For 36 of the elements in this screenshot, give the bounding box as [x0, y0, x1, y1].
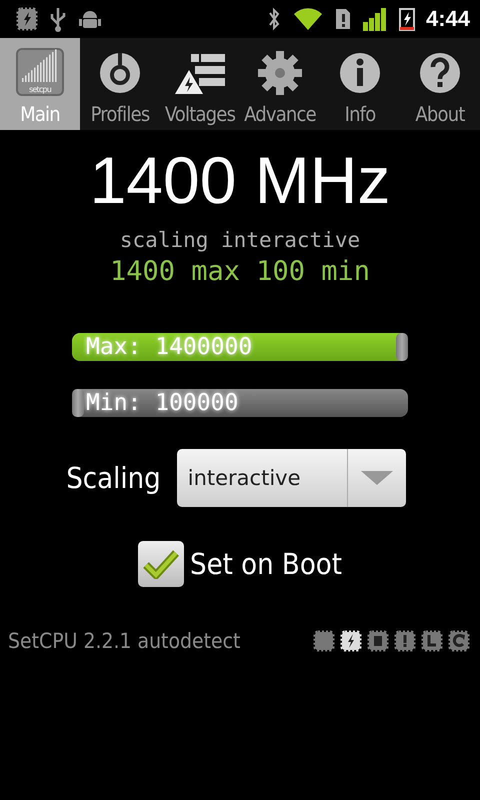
frequency-reading: 1400 MHz	[90, 142, 390, 219]
wifi-icon	[292, 6, 324, 32]
dropdown-arrow-icon	[360, 470, 394, 486]
chart-logo-icon: setcpu	[16, 48, 64, 96]
set-on-boot-checkbox[interactable]: Set on Boot	[138, 541, 342, 587]
slider-label: Min: 100000	[86, 389, 238, 417]
tab[interactable]: Profiles	[80, 38, 160, 130]
range-text: 1400 max 100 min	[110, 256, 370, 287]
signal-icon	[362, 6, 388, 32]
tab[interactable]: About	[400, 38, 480, 130]
tab[interactable]: Advance	[240, 38, 320, 130]
gear-icon	[257, 50, 303, 96]
governor-text: scaling interactive	[120, 228, 360, 252]
info-icon	[337, 50, 383, 96]
slider-thumb[interactable]	[72, 389, 84, 417]
chip-clock-icon[interactable]	[421, 630, 443, 652]
clock-time: 4:44	[426, 6, 470, 32]
chip-alert-icon[interactable]	[394, 630, 416, 652]
slider-label: Max: 1400000	[86, 333, 252, 361]
chip-icon[interactable]	[367, 630, 389, 652]
battery-charging-icon	[398, 6, 416, 32]
scaling-label: Scaling	[66, 461, 161, 495]
version-text: SetCPU 2.2.1 autodetect	[8, 629, 242, 653]
slider-thumb[interactable]	[396, 333, 408, 361]
checkbox-box[interactable]	[138, 541, 184, 587]
chip-refresh-icon[interactable]	[448, 630, 470, 652]
sim-alert-icon	[334, 6, 352, 32]
chip-bolt-icon[interactable]	[340, 630, 362, 652]
chip-icon[interactable]	[313, 630, 335, 652]
chip-bolt-icon	[16, 7, 38, 31]
usb-icon	[48, 6, 68, 32]
ring-icon	[97, 50, 143, 96]
scaling-dropdown[interactable]: interactive	[176, 449, 406, 507]
help-icon	[417, 50, 463, 96]
tab[interactable]: Voltages	[160, 38, 240, 130]
tab[interactable]: Info	[320, 38, 400, 130]
